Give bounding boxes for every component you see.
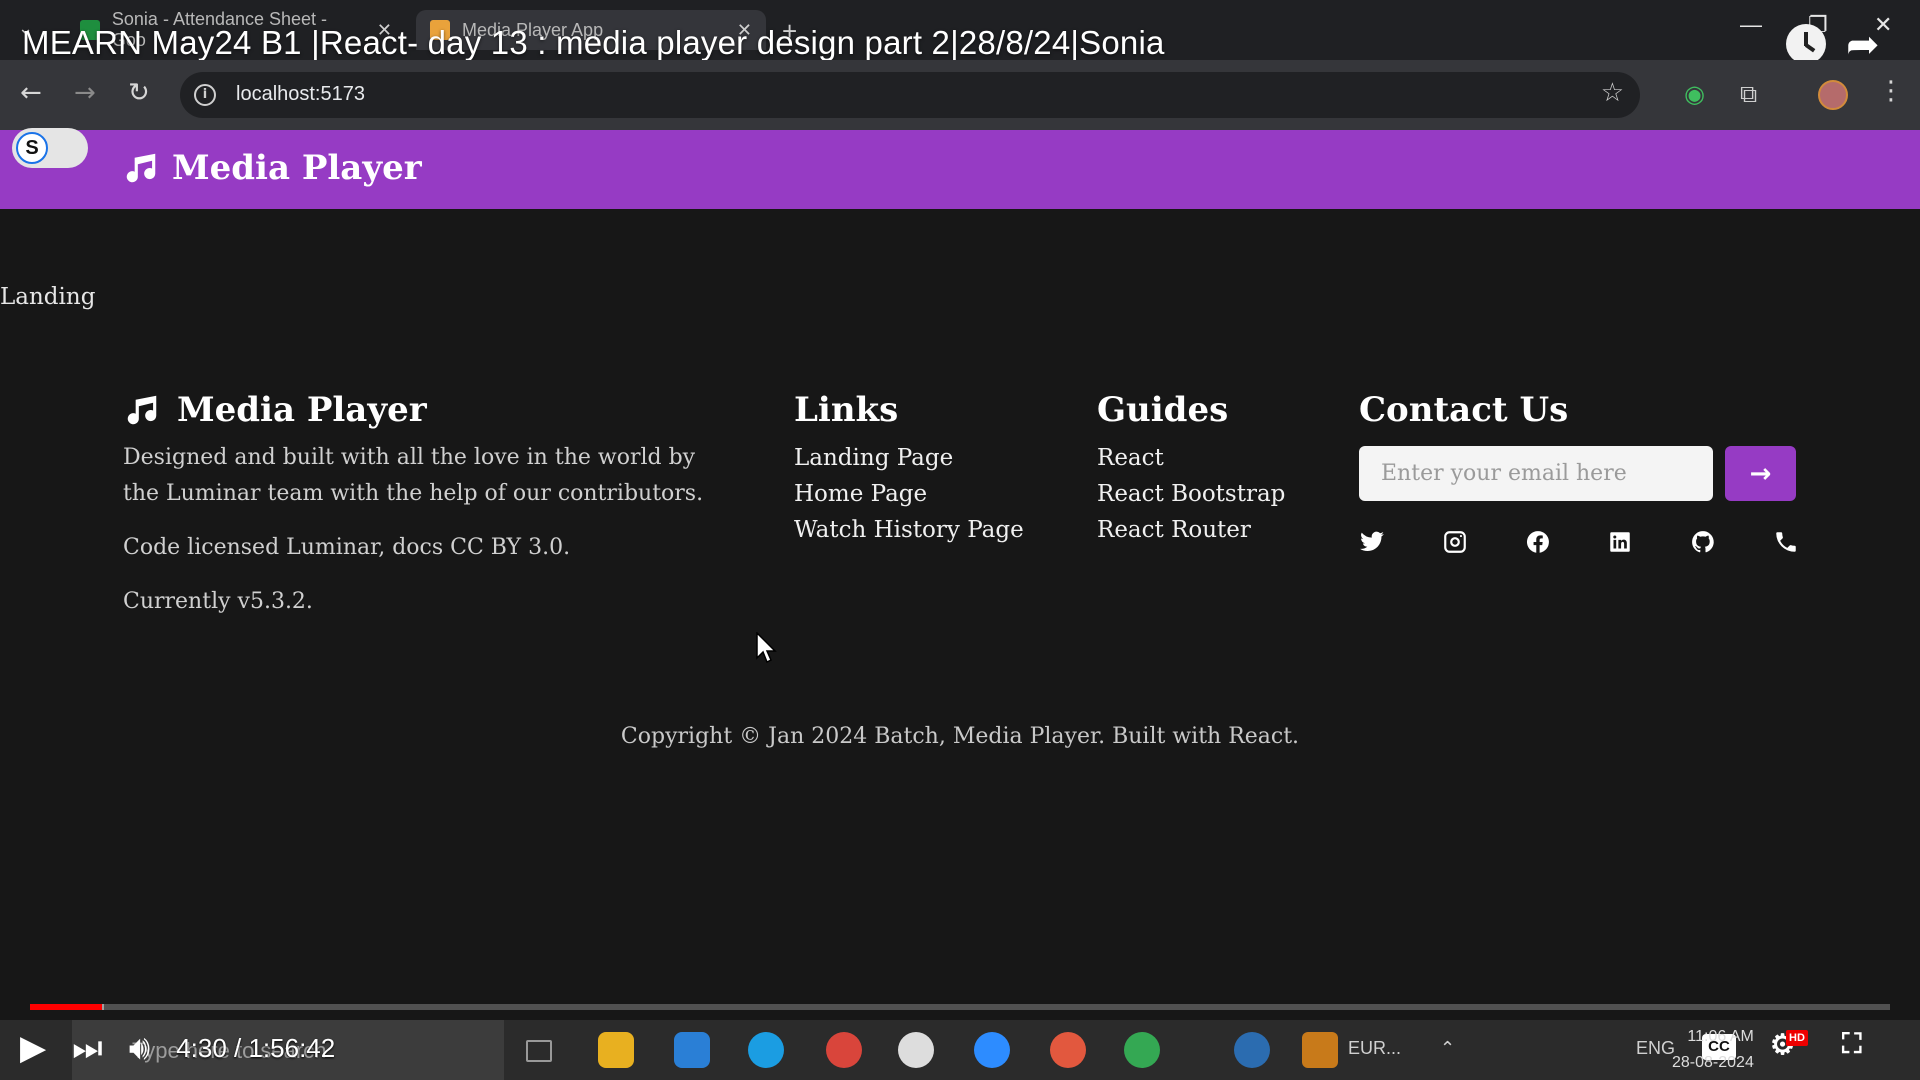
fullscreen-exit-icon[interactable]: ⛶ (1842, 1028, 1862, 1061)
footer-contact: Contact Us → (1359, 390, 1799, 555)
guide-react[interactable]: React (1097, 440, 1285, 476)
profile-avatar[interactable] (1818, 80, 1848, 110)
chrome-icon[interactable] (826, 1032, 862, 1068)
guide-react-bootstrap[interactable]: React Bootstrap (1097, 476, 1285, 512)
minimize-button[interactable]: — (1740, 12, 1762, 38)
phone-icon[interactable] (1773, 529, 1799, 555)
time-display: 4:30 / 1:56:42 (176, 1032, 336, 1063)
reload-button[interactable]: ↻ (128, 78, 150, 108)
help-icon[interactable] (1234, 1032, 1270, 1068)
footer-version: Currently v5.3.2. (123, 589, 313, 614)
footer-copyright: Copyright © Jan 2024 Batch, Media Player… (620, 724, 1300, 749)
address-bar[interactable]: i localhost:5173 ☆ (180, 72, 1640, 118)
file-explorer-icon[interactable] (598, 1032, 634, 1068)
taskbar-clock[interactable]: 11:06 AM 28-08-2024 (1672, 1024, 1754, 1076)
hd-badge: HD (1786, 1030, 1808, 1046)
footer-links: Links Landing Page Home Page Watch Histo… (794, 390, 1024, 548)
contact-heading: Contact Us (1359, 390, 1569, 430)
github-icon[interactable] (1690, 529, 1716, 555)
links-heading: Links (794, 390, 899, 430)
tray-chevron-icon[interactable]: ⌃ (1440, 1038, 1455, 1059)
extension-eye-icon[interactable]: ◉ (1684, 80, 1705, 108)
email-row: → (1359, 446, 1799, 501)
s-logo-icon: S (16, 132, 48, 164)
play-icon[interactable]: ▶ (20, 1028, 46, 1068)
footer-guides: Guides React React Bootstrap React Route… (1097, 390, 1285, 548)
currency-widget-text[interactable]: EUR... (1348, 1038, 1401, 1059)
video-controls: ▶ ⏭ 🔊︎ 4:30 / 1:56:42 (20, 1028, 335, 1068)
brand-title: Media Player (172, 148, 422, 188)
extension-toggle[interactable]: S (12, 128, 88, 168)
extensions-puzzle-icon[interactable]: ⧉ (1740, 80, 1757, 108)
guide-react-router[interactable]: React Router (1097, 512, 1285, 548)
guides-heading: Guides (1097, 390, 1229, 430)
watch-later-icon[interactable] (1786, 24, 1826, 64)
music-note-icon (127, 395, 157, 425)
email-input[interactable] (1359, 446, 1713, 501)
video-progress-bar[interactable] (30, 1004, 1890, 1010)
site-navbar: Media Player (0, 130, 1920, 209)
video-title: MEARN May24 B1 |React- day 13 : media pl… (22, 24, 1165, 61)
link-landing-page[interactable]: Landing Page (794, 440, 1024, 476)
vscode-icon[interactable] (674, 1032, 710, 1068)
footer-about: Media Player Designed and built with all… (123, 390, 723, 620)
back-button[interactable]: ← (20, 78, 42, 108)
music-note-icon (126, 153, 156, 183)
footer-description: Designed and built with all the love in … (123, 445, 704, 506)
footer-license: Code licensed Luminar, docs CC BY 3.0. (123, 535, 571, 560)
currency-widget-icon[interactable] (1302, 1032, 1338, 1068)
landing-text: Landing (0, 284, 96, 310)
link-home-page[interactable]: Home Page (794, 476, 1024, 512)
played-bar (30, 1004, 102, 1010)
language-indicator[interactable]: ENG (1636, 1038, 1675, 1059)
mouse-cursor-icon (756, 632, 777, 664)
linkedin-icon[interactable] (1607, 529, 1633, 555)
facebook-icon[interactable] (1525, 529, 1551, 555)
footer-brand-title: Media Player (177, 390, 427, 430)
browser-toolbar: ← → ↻ i localhost:5173 ☆ ◉ ⧉ ⋮ (0, 60, 1920, 130)
task-view-icon[interactable] (526, 1040, 552, 1062)
zoom-icon[interactable] (974, 1032, 1010, 1068)
url-text[interactable]: localhost:5173 (236, 83, 365, 106)
mongodb-compass-icon[interactable] (898, 1032, 934, 1068)
chrome-profile-icon[interactable] (1124, 1032, 1160, 1068)
link-watch-history-page[interactable]: Watch History Page (794, 512, 1024, 548)
bookmark-star-icon[interactable]: ☆ (1601, 78, 1624, 108)
site-info-icon[interactable]: i (194, 84, 216, 106)
pen-app-icon[interactable] (1050, 1032, 1086, 1068)
email-submit-button[interactable]: → (1725, 446, 1796, 501)
twitter-icon[interactable] (1359, 529, 1385, 555)
browser-menu-icon[interactable]: ⋮ (1878, 76, 1904, 106)
volume-icon[interactable]: 🔊︎ (129, 1028, 150, 1068)
edge-icon[interactable] (748, 1032, 784, 1068)
next-icon[interactable]: ⏭ (72, 1028, 103, 1068)
social-icons (1359, 529, 1799, 555)
navbar-brand[interactable]: Media Player (122, 148, 422, 188)
footer-brand: Media Player (123, 390, 723, 430)
clock-time: 11:06 AM (1687, 1028, 1754, 1045)
instagram-icon[interactable] (1442, 529, 1468, 555)
clock-date: 28-08-2024 (1672, 1054, 1754, 1071)
forward-button[interactable]: → (74, 78, 96, 108)
